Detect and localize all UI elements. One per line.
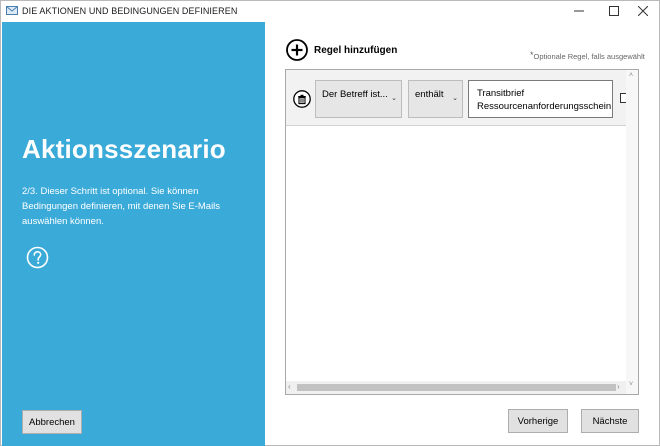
plus-circle-icon [286,39,308,61]
page-title: Aktionsszenario [22,134,226,164]
vertical-scrollbar[interactable]: ˄ ˅ [626,70,638,394]
rules-list: Der Betreff ist... ⌄ enthält ⌄ Transitbr… [285,69,639,395]
cancel-button[interactable]: Abbrechen [22,410,82,434]
scroll-right-icon[interactable]: › [617,382,620,391]
optional-note-star: * [530,50,534,60]
dialog-window: DIE AKTIONEN UND BEDINGUNGEN DEFINIEREN … [0,0,660,446]
rule-value-line-1: Transitbrief [477,88,525,99]
scroll-left-icon[interactable]: ‹ [288,382,291,391]
close-button[interactable] [627,1,659,21]
rule-operator-value: enthält [415,89,444,100]
rule-operator-dropdown[interactable]: enthält ⌄ [408,80,463,118]
window-title: DIE AKTIONEN UND BEDINGUNGEN DEFINIEREN [22,6,238,16]
rule-value-input[interactable]: Transitbrief Ressourcenanforderungsschei… [468,80,613,118]
scroll-up-icon[interactable]: ˄ [629,72,633,79]
optional-note-text: Optionale Regel, falls ausgewählt [533,52,645,61]
left-info-panel: Aktionsszenario 2/3. Dieser Schritt ist … [2,22,265,446]
minimize-icon [574,10,584,12]
rule-value-line-2: Ressourcenanforderungsschein [477,101,612,112]
horizontal-scroll-thumb[interactable] [297,384,616,391]
next-button[interactable]: Nächste [581,409,639,433]
rule-row: Der Betreff ist... ⌄ enthält ⌄ Transitbr… [286,70,638,126]
optional-rule-note: *Optionale Regel, falls ausgewählt [530,50,645,62]
minimize-button[interactable] [563,1,595,21]
trash-icon[interactable] [293,90,311,108]
title-bar: DIE AKTIONEN UND BEDINGUNGEN DEFINIEREN [1,1,659,21]
scroll-down-icon[interactable]: ˅ [629,381,633,388]
previous-button[interactable]: Vorherige [508,409,568,433]
rule-field-dropdown[interactable]: Der Betreff ist... ⌄ [315,80,402,118]
chevron-down-icon: ⌄ [452,95,458,102]
app-envelope-icon [6,6,18,15]
maximize-icon [609,6,619,16]
question-circle-icon[interactable] [26,246,49,269]
rule-field-value: Der Betreff ist... [322,89,388,100]
chevron-down-icon: ⌄ [391,95,397,102]
add-rule-button[interactable]: Regel hinzufügen [286,39,397,61]
step-description: 2/3. Dieser Schritt ist optional. Sie kö… [22,186,221,227]
close-icon [638,6,648,16]
maximize-button[interactable] [598,1,630,21]
add-rule-label: Regel hinzufügen [314,44,398,56]
horizontal-scrollbar[interactable]: ‹ › [286,381,626,394]
